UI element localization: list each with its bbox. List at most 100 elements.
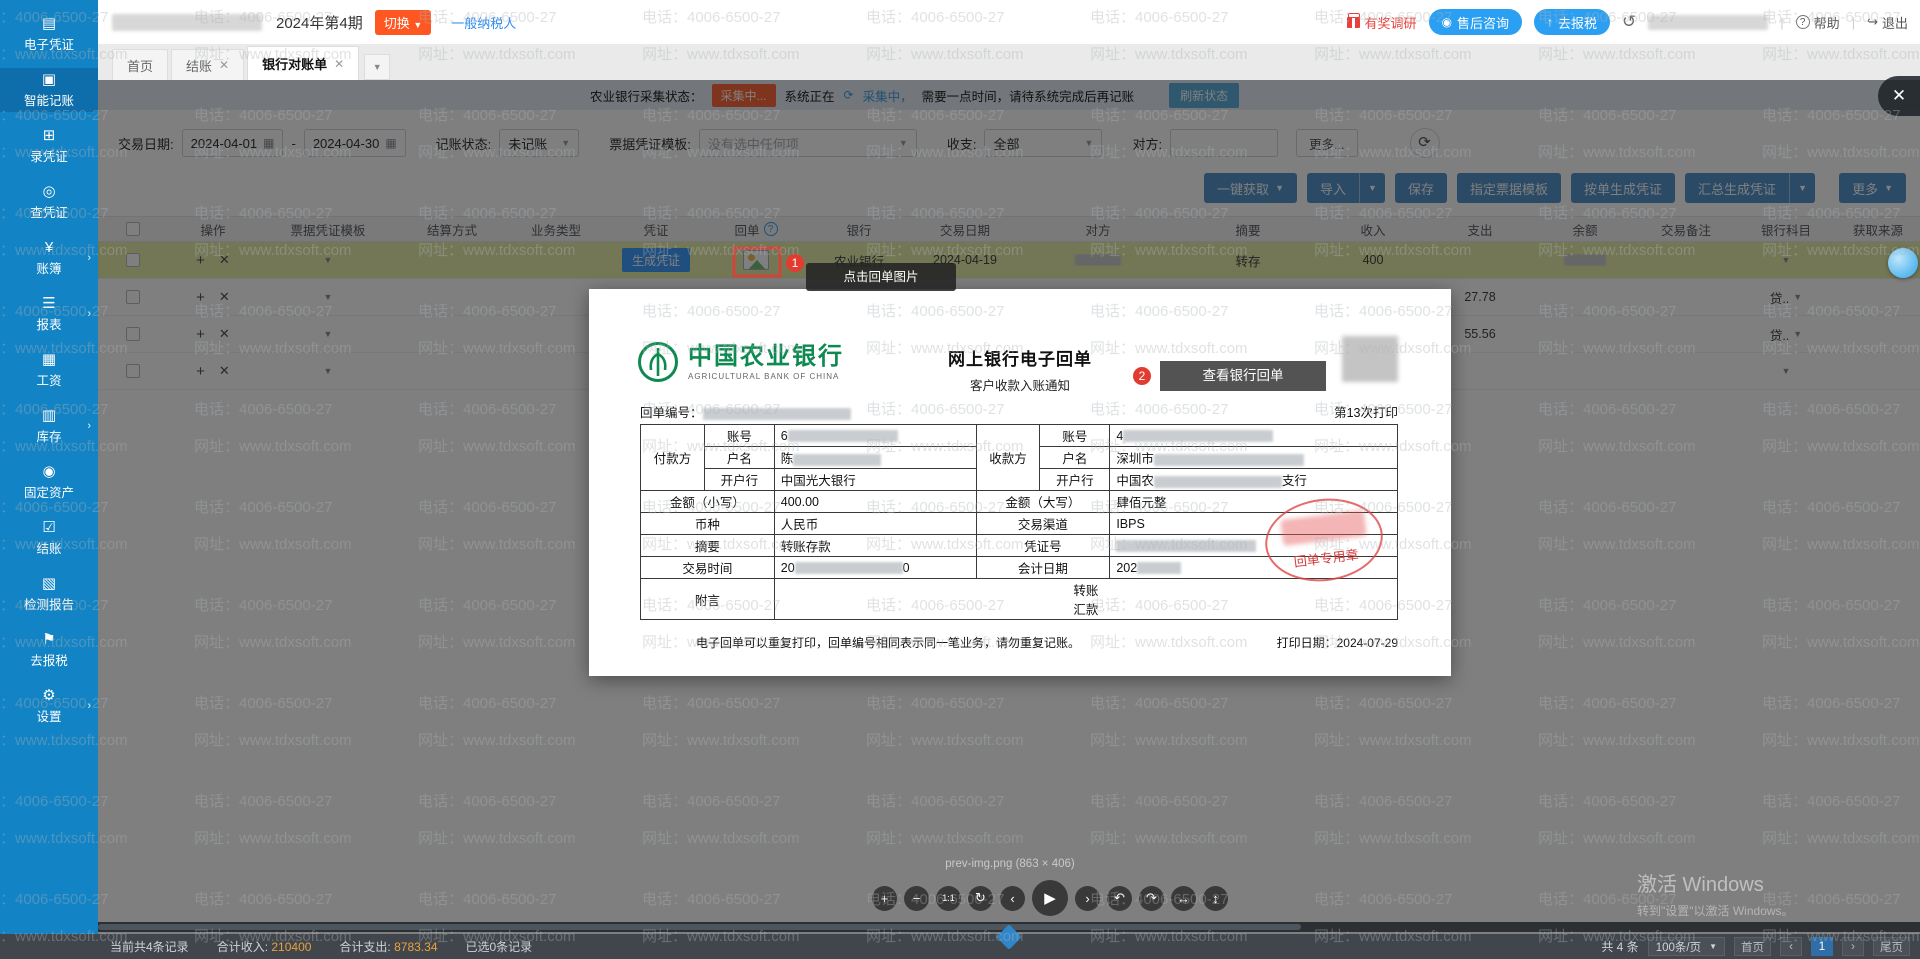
scrollbar-thumb[interactable] <box>98 924 1301 930</box>
refresh-icon[interactable]: ↻ <box>968 886 993 911</box>
sidebar-nav: ▤电子凭证▣智能记账⊞录凭证◎查凭证¥账簿›☰报表›▦工资▥库存›◉固定资产☑结… <box>0 0 98 959</box>
go-tax-button[interactable]: ↑ 去报税 <box>1534 9 1610 35</box>
prev-icon[interactable]: ‹ <box>1000 886 1025 911</box>
zoom-out-icon[interactable]: − <box>904 886 929 911</box>
sidebar-item[interactable]: ▣智能记账 <box>0 68 98 112</box>
print-date: 打印日期：2024-07-29 <box>1277 634 1398 651</box>
total-income: 合计收入: 210400 <box>217 938 312 955</box>
total-expense: 合计支出: 8783.34 <box>339 938 437 955</box>
tax-icon: ⚑ <box>42 632 55 648</box>
sidebar-item-label: 账簿 <box>36 258 61 277</box>
page-size-select[interactable]: 100条/页▼ <box>1648 937 1725 956</box>
abc-bank-icon <box>637 341 679 383</box>
guide-step2-badge: 2 <box>1133 367 1151 385</box>
help-link[interactable]: ? 帮助 <box>1796 13 1840 32</box>
prev-page-button[interactable]: ‹ <box>1780 937 1802 956</box>
sidebar-item-label: 电子凭证 <box>24 34 74 53</box>
sidebar-item[interactable]: ⚑ 去报税 <box>0 628 98 672</box>
sidebar-item-label: 检测报告 <box>24 594 74 613</box>
sidebar-item[interactable]: ⊞录凭证 <box>0 124 98 168</box>
sidebar-item-label: 去报税 <box>30 650 68 669</box>
asset-icon: ◉ <box>42 464 55 480</box>
guide-highlight-box <box>733 247 781 277</box>
undo-icon[interactable]: ↺ <box>1622 12 1636 32</box>
sidebar-item[interactable]: ▤ 电子凭证 <box>0 12 98 56</box>
sidebar-item[interactable]: ⚙设置› <box>0 684 98 728</box>
tab-active[interactable]: 银行对账单 ✕ <box>247 46 359 80</box>
tab-item[interactable]: 首页 <box>112 49 168 80</box>
tab-item[interactable]: 结账✕ <box>171 49 244 80</box>
flip-horizontal-icon[interactable]: ↔ <box>1171 886 1196 911</box>
gift-icon <box>1347 17 1360 28</box>
receipt-subtitle: 客户收款入账通知 <box>920 375 1120 394</box>
switch-period-button[interactable]: 切换 ▼ <box>375 10 432 35</box>
print-count: 第13次打印 <box>1334 402 1398 421</box>
settle-icon: ☑ <box>42 520 55 536</box>
ledger-icon: ¥ <box>45 240 53 256</box>
current-page-button[interactable]: 1 <box>1811 937 1833 956</box>
actual-size-icon[interactable]: 1:1 <box>936 886 961 911</box>
sidebar-item[interactable]: ☰报表› <box>0 292 98 336</box>
next-page-button[interactable]: › <box>1842 937 1864 956</box>
aftersale-button[interactable]: ◉ 售后咨询 <box>1429 9 1523 35</box>
close-icon[interactable]: ✕ <box>1878 76 1920 116</box>
sidebar-item[interactable]: ◉ 固定资产 <box>0 460 98 504</box>
inspect-icon: ▧ <box>42 576 56 592</box>
view-bank-receipt-button[interactable]: 查看银行回单 <box>1160 361 1326 391</box>
survey-link[interactable]: 有奖调研 <box>1347 13 1417 32</box>
flip-vertical-icon[interactable]: ↕ <box>1203 886 1228 911</box>
divider: | <box>1852 15 1855 30</box>
sidebar-item[interactable]: ▦工资 <box>0 348 98 392</box>
accounting-period: 2024年第4期 <box>276 12 363 33</box>
first-page-button[interactable]: 首页 <box>1734 937 1771 956</box>
sidebar-item[interactable]: ¥账簿› <box>0 236 98 280</box>
sidebar-item[interactable]: ☑ 结账 <box>0 516 98 560</box>
divider: | <box>1780 15 1783 30</box>
doc-icon: ▤ <box>42 16 56 32</box>
receipt-no-label: 回单编号： <box>640 406 703 420</box>
close-icon[interactable]: ✕ <box>334 57 344 71</box>
tab-label: 首页 <box>127 56 153 75</box>
bottom-status-bar: 当前共4条记录 合计收入: 210400 合计支出: 8783.34 已选0条记… <box>0 934 1920 959</box>
sidebar-item[interactable]: ◎ 查凭证 <box>0 180 98 224</box>
assistant-mascot[interactable] <box>1888 248 1918 278</box>
receipt-preview-modal: 中国农业银行 AGRICULTURAL BANK OF CHINA 网上银行电子… <box>589 289 1451 676</box>
chevron-right-icon: › <box>87 308 91 320</box>
header-right-group: 有奖调研 ◉ 售后咨询 ↑ 去报税 ↺ | ? 帮助 | ↪ 退出 <box>1347 9 1909 35</box>
sidebar-item-label: 结账 <box>36 538 61 557</box>
rotate-left-icon[interactable]: ↶ <box>1107 886 1132 911</box>
inventory-icon: ▥ <box>42 408 56 424</box>
sidebar-item-label: 查凭证 <box>30 202 68 221</box>
taxpayer-type-link[interactable]: 一般纳税人 <box>451 13 516 32</box>
search-icon: ◎ <box>42 184 55 200</box>
tab-list-dropdown[interactable]: ▼ <box>364 54 390 80</box>
sidebar-item-label: 固定资产 <box>24 482 74 501</box>
play-icon[interactable]: ▶ <box>1032 880 1068 916</box>
report-icon: ☰ <box>42 296 55 312</box>
total-count-label: 共 4 条 <box>1601 938 1638 955</box>
receipt-footer-note: 电子回单可以重复打印，回单编号相同表示同一笔业务，请勿重复记账。 <box>696 634 1080 651</box>
zoom-in-icon[interactable]: + <box>872 886 897 911</box>
close-icon[interactable]: ✕ <box>219 58 229 72</box>
image-viewer-toolbar: +−1:1 ↻ ‹ ▶ › ↶ ↷ ↔ ↕ <box>872 880 1228 916</box>
sidebar-item[interactable]: ▧ 检测报告 <box>0 572 98 616</box>
logout-icon: ↪ <box>1867 14 1878 30</box>
bank-name: 中国农业银行 <box>688 344 844 370</box>
last-page-button[interactable]: 尾页 <box>1873 937 1910 956</box>
sidebar-item[interactable]: ▥库存› <box>0 404 98 448</box>
receipt-title-block: 网上银行电子回单 客户收款入账通知 <box>920 345 1120 394</box>
top-header: 2024年第4期 切换 ▼ 一般纳税人 有奖调研 ◉ 售后咨询 ↑ 去报税 ↺ … <box>98 0 1920 44</box>
app-screen: 农业银行采集状态： 采集中... 系统正在 ⟳ 采集中， 需要一点时间，请待系统… <box>0 0 1920 959</box>
next-icon[interactable]: › <box>1075 886 1100 911</box>
rotate-right-icon[interactable]: ↷ <box>1139 886 1164 911</box>
tab-label: 银行对账单 <box>262 54 327 73</box>
guide-step1-badge: 1 <box>786 254 804 272</box>
chevron-right-icon: › <box>87 420 91 432</box>
bank-logo: 中国农业银行 AGRICULTURAL BANK OF CHINA <box>637 341 844 383</box>
logout-link[interactable]: ↪ 退出 <box>1867 13 1908 32</box>
bank-name-en: AGRICULTURAL BANK OF CHINA <box>688 372 844 381</box>
username-redacted <box>1648 15 1768 30</box>
smart-icon: ▣ <box>42 72 56 88</box>
gear-icon: ⚙ <box>42 688 55 704</box>
windows-activate-watermark: 激活 Windows 转到"设置"以激活 Windows。 <box>1637 868 1794 919</box>
